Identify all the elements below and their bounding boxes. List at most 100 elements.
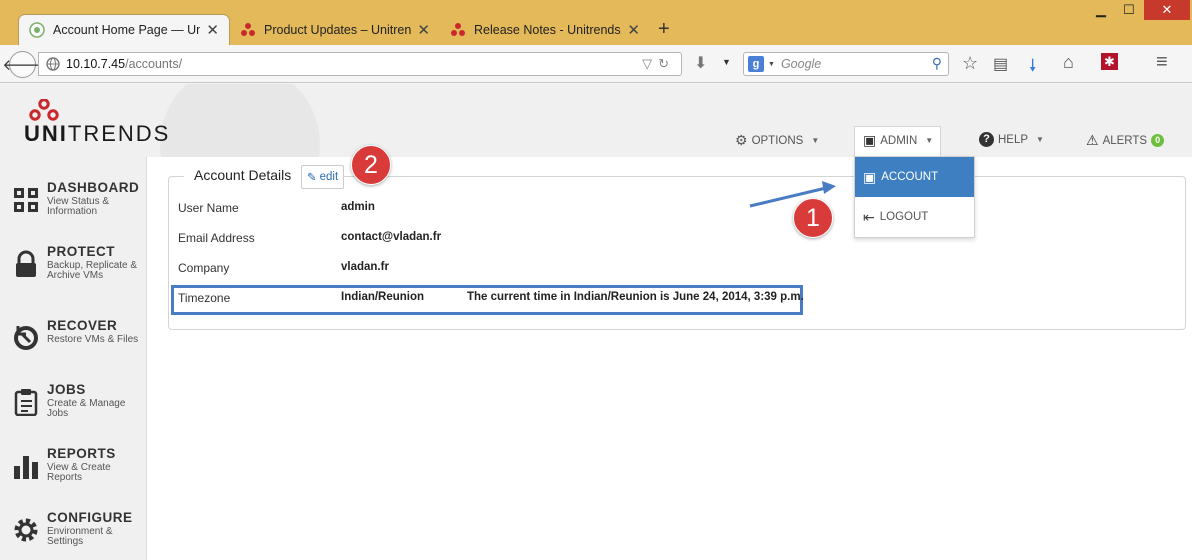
minimize-window-button[interactable]: ▁ (1088, 0, 1114, 20)
unitrends-logo-icon (29, 99, 59, 121)
sidebar-item-title: REPORTS (47, 446, 116, 461)
downloads-icon[interactable]: 🠗 (1029, 53, 1036, 82)
sidebar-item-title: CONFIGURE (47, 510, 133, 525)
bar-chart-icon (14, 456, 38, 479)
company-value: vladan.fr (341, 261, 389, 273)
google-engine-icon[interactable]: g (748, 56, 764, 72)
unitrends-favicon-icon (241, 22, 255, 36)
main-content: Account Details ✎ edit User Name admin E… (146, 157, 1192, 560)
browser-navbar: 🡐 10.10.7.45/accounts/ ▽↻ ⬇ ▼ g ▼ Google… (0, 45, 1192, 83)
sidebar-item-subtitle: Backup, Replicate & Archive VMs (47, 260, 138, 281)
maximize-window-button[interactable]: ☐ (1116, 0, 1142, 20)
addon-asterisk-icon[interactable]: ✱ (1101, 53, 1118, 70)
tab-close-icon[interactable]: ✕ (627, 21, 640, 39)
help-circle-icon: ? (979, 132, 994, 147)
url-bar[interactable]: 10.10.7.45/accounts/ ▽↻ (38, 52, 682, 76)
engine-dropdown-icon[interactable]: ▼ (768, 61, 775, 68)
home-icon[interactable]: ⌂ (1063, 52, 1074, 73)
alerts-count-badge: 0 (1151, 134, 1165, 147)
gears-icon: ⚙ (735, 132, 748, 148)
company-label: Company (178, 261, 230, 275)
tab-title: Release Notes - Unitrends … (474, 22, 622, 37)
username-label: User Name (178, 201, 239, 215)
email-value: contact@vladan.fr (341, 231, 442, 243)
tab-account-home[interactable]: Account Home Page — Un… ✕ (18, 14, 230, 45)
menu-item-label: ACCOUNT (881, 171, 939, 183)
sidebar-item-reports[interactable]: REPORTS View & Create Reports (12, 446, 146, 506)
email-label: Email Address (178, 231, 255, 245)
lock-icon (16, 250, 36, 277)
addon-dropdown-icon[interactable]: ▼ (722, 57, 731, 67)
menu-item-logout[interactable]: ⇤ LOGOUT (855, 197, 974, 237)
search-input[interactable]: g ▼ Google ⚲ (743, 52, 949, 76)
unitrends-favicon-icon (451, 22, 465, 36)
logo-text-rest: TRENDS (67, 121, 171, 146)
tab-product-updates[interactable]: Product Updates – Unitren… ✕ (230, 14, 440, 45)
close-window-button[interactable]: ✕ (1144, 0, 1190, 20)
logo-text-bold: UNI (24, 121, 68, 146)
tab-close-icon[interactable]: ✕ (417, 21, 430, 39)
sidebar-item-configure[interactable]: CONFIGURE Environment & Settings (12, 510, 146, 560)
admin-dropdown: ▣ ACCOUNT ⇤ LOGOUT (854, 156, 975, 238)
url-bar-icons: ▽↻ (642, 56, 675, 72)
sidebar-item-dashboard[interactable]: DASHBOARD View Status & Information (12, 180, 146, 240)
sidebar-item-jobs[interactable]: JOBS Create & Manage Jobs (12, 382, 146, 442)
caret-down-icon: ▼ (1036, 135, 1044, 144)
edit-button[interactable]: ✎ edit (301, 165, 345, 189)
tab-close-icon[interactable]: ✕ (206, 21, 219, 39)
url-dropdown-icon[interactable]: ▽ (642, 56, 658, 71)
tab-title: Product Updates – Unitren… (264, 22, 412, 37)
new-tab-button[interactable]: + (658, 18, 670, 41)
menu-item-account[interactable]: ▣ ACCOUNT (855, 157, 974, 197)
sidebar-item-title: JOBS (47, 382, 86, 397)
callout-badge-2: 2 (351, 145, 391, 185)
grid-icon (14, 188, 38, 212)
globe-icon (46, 57, 60, 71)
username-value: admin (341, 201, 375, 213)
help-menu[interactable]: ? HELP ▼ (979, 132, 1044, 147)
sidebar-item-subtitle: Restore VMs & Files (47, 334, 139, 345)
caret-down-icon: ▼ (811, 136, 820, 145)
timezone-label: Timezone (178, 291, 231, 305)
logout-icon: ⇤ (863, 208, 875, 225)
window-titlebar: Account Home Page — Un… ✕ Product Update… (0, 0, 1192, 45)
edit-label: edit (319, 171, 339, 183)
gear-icon (14, 518, 38, 542)
bookmark-star-icon[interactable]: ☆ (962, 53, 978, 74)
alerts-label: ALERTS (1102, 134, 1148, 147)
admin-menu[interactable]: ▣ ADMIN ▼ (863, 132, 933, 149)
reading-list-icon[interactable]: ▤ (993, 54, 1008, 74)
options-menu[interactable]: ⚙ OPTIONS ▼ (735, 132, 819, 149)
menu-item-label: LOGOUT (879, 211, 929, 223)
search-icon[interactable]: ⚲ (932, 55, 942, 72)
sidebar-item-title: RECOVER (47, 318, 118, 333)
sidebar-item-subtitle: Create & Manage Jobs (47, 398, 126, 419)
reload-icon[interactable]: ↻ (658, 56, 675, 71)
caret-down-icon: ▼ (925, 136, 934, 145)
addon-block-icon[interactable]: ⬇ (694, 53, 707, 73)
url-host: 10.10.7.45 (66, 57, 126, 71)
back-button[interactable]: 🡐 (2, 51, 43, 78)
admin-label: ADMIN (880, 134, 918, 147)
unitrends-app: UNITRENDS ⚙ OPTIONS ▼ ▣ ADMIN ▼ ? HELP ▼… (0, 84, 1192, 560)
search-placeholder: Google (780, 57, 822, 71)
sidebar-item-subtitle: View & Create Reports (47, 462, 111, 483)
callout-arrow-icon (749, 181, 836, 208)
account-details-legend: Account Details (184, 167, 302, 183)
id-card-icon: ▣ (863, 168, 877, 185)
id-card-icon: ▣ (863, 132, 877, 148)
sidebar-item-protect[interactable]: PROTECT Backup, Replicate & Archive VMs (12, 244, 146, 304)
restore-icon (14, 326, 38, 350)
alerts-menu[interactable]: ⚠ ALERTS 0 (1086, 132, 1165, 149)
sidebar-item-subtitle: View Status & Information (47, 196, 110, 217)
sidebar: DASHBOARD View Status & Information PROT… (0, 154, 146, 560)
options-label: OPTIONS (751, 134, 804, 147)
tab-release-notes[interactable]: Release Notes - Unitrends … ✕ (440, 14, 650, 45)
menu-hamburger-icon[interactable]: ≡ (1156, 51, 1168, 74)
timezone-value: Indian/Reunion (341, 291, 425, 303)
help-label: HELP (998, 133, 1029, 146)
sidebar-item-title: DASHBOARD (47, 180, 140, 195)
clipboard-icon (14, 389, 38, 416)
sidebar-item-recover[interactable]: RECOVER Restore VMs & Files (12, 318, 146, 378)
pencil-icon: ✎ (307, 172, 317, 184)
